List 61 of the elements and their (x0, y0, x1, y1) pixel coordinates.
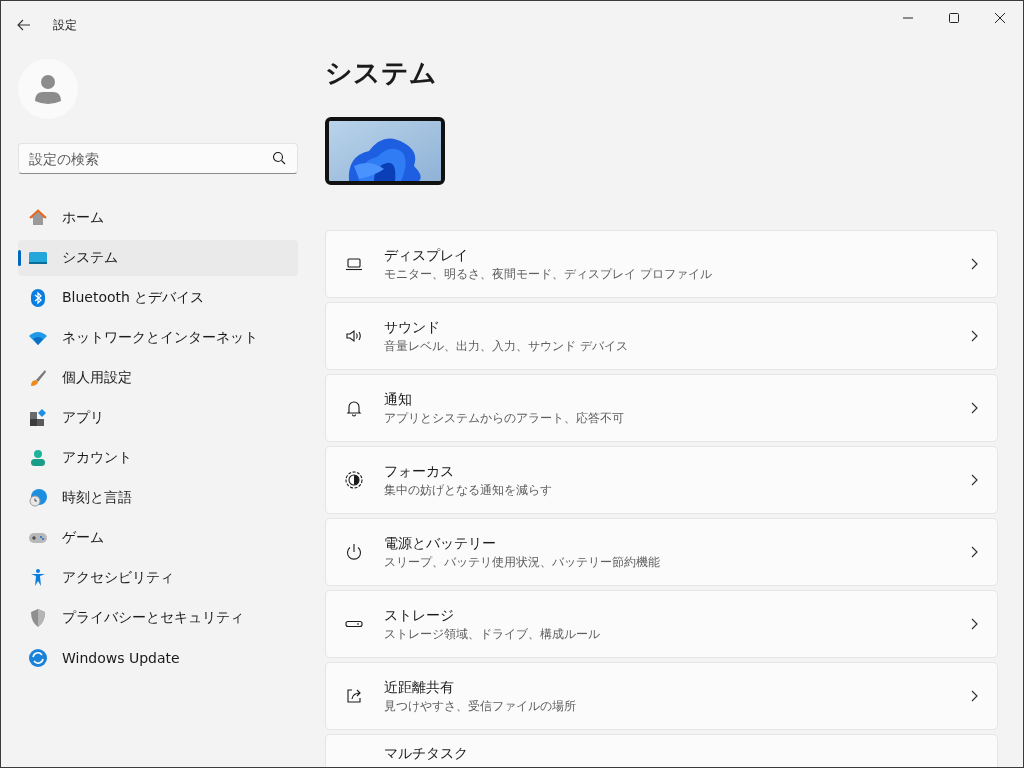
page-heading: システム (325, 56, 438, 90)
card-title: サウンド (384, 318, 441, 337)
sidebar-item[interactable]: アカウント (18, 440, 298, 476)
chevron-right-icon (969, 474, 979, 486)
share-icon (344, 686, 364, 706)
card-title: 近距離共有 (384, 678, 455, 697)
settings-card[interactable]: ディスプレイ モニター、明るさ、夜間モード、ディスプレイ プロファイル (325, 230, 998, 298)
settings-card[interactable]: 通知 アプリとシステムからのアラート、応答不可 (325, 374, 998, 442)
refresh-icon (28, 648, 48, 668)
sidebar-item[interactable]: ゲーム (18, 520, 298, 556)
sidebar-item[interactable]: Windows Update (18, 640, 298, 676)
sidebar-item[interactable]: Bluetooth とデバイス (18, 280, 298, 316)
sidebar-item[interactable]: アプリ (18, 400, 298, 436)
chevron-right-icon (969, 618, 979, 630)
settings-card[interactable]: ストレージ ストレージ領域、ドライブ、構成ルール (325, 590, 998, 658)
sidebar-item[interactable]: ホーム (18, 200, 298, 236)
card-title: ストレージ (384, 606, 455, 625)
maximize-icon (948, 12, 960, 24)
sidebar-item[interactable]: アクセシビリティ (18, 560, 298, 596)
sidebar-item[interactable]: プライバシーとセキュリティ (18, 600, 298, 636)
card-subtitle: スリープ、バッテリ使用状況、バッテリー節約機能 (384, 554, 661, 570)
settings-card[interactable]: マルチタスク (325, 734, 998, 767)
house-icon (28, 208, 48, 228)
paintbrush-icon (28, 368, 48, 388)
chevron-right-icon (969, 546, 979, 558)
settings-card[interactable]: サウンド 音量レベル、出力、入力、サウンド デバイス (325, 302, 998, 370)
settings-card[interactable]: 電源とバッテリー スリープ、バッテリ使用状況、バッテリー節約機能 (325, 518, 998, 586)
bluetooth-icon (28, 288, 48, 308)
window-title: 設定 (53, 16, 77, 34)
sidebar-item[interactable]: 個人用設定 (18, 360, 298, 396)
apps-icon (28, 408, 48, 428)
sidebar-item[interactable]: システム (18, 240, 298, 276)
focus-icon (344, 470, 364, 490)
chevron-right-icon (969, 690, 979, 702)
settings-card[interactable]: フォーカス 集中の妨げとなる通知を減らす (325, 446, 998, 514)
card-title: ディスプレイ (384, 246, 469, 265)
chevron-right-icon (969, 330, 979, 342)
card-subtitle: ストレージ領域、ドライブ、構成ルール (384, 626, 601, 642)
power-icon (344, 542, 364, 562)
card-subtitle: 音量レベル、出力、入力、サウンド デバイス (384, 338, 629, 354)
card-title: 電源とバッテリー (384, 534, 497, 553)
card-subtitle: 集中の妨げとなる通知を減らす (384, 482, 553, 498)
card-title: マルチタスク (384, 745, 468, 763)
search-field[interactable]: 設定の検索 (18, 143, 298, 174)
chevron-right-icon (969, 258, 979, 270)
bell-icon (344, 398, 364, 418)
shield-icon (28, 608, 48, 628)
card-title: フォーカス (384, 462, 455, 481)
globe-clock-icon (28, 488, 48, 508)
card-title: 通知 (384, 390, 413, 409)
card-subtitle: アプリとシステムからのアラート、応答不可 (384, 410, 625, 426)
card-subtitle: 見つけやすさ、受信ファイルの場所 (384, 698, 577, 714)
card-subtitle: モニター、明るさ、夜間モード、ディスプレイ プロファイル (384, 266, 713, 282)
search-icon (272, 151, 286, 165)
chevron-right-icon (969, 402, 979, 414)
sidebar-item[interactable]: 時刻と言語 (18, 480, 298, 516)
settings-card[interactable]: 近距離共有 見つけやすさ、受信ファイルの場所 (325, 662, 998, 730)
sidebar-item[interactable]: ネットワークとインターネット (18, 320, 298, 356)
close-icon (994, 12, 1006, 24)
back-arrow-icon (17, 18, 31, 32)
person-icon (28, 448, 48, 468)
